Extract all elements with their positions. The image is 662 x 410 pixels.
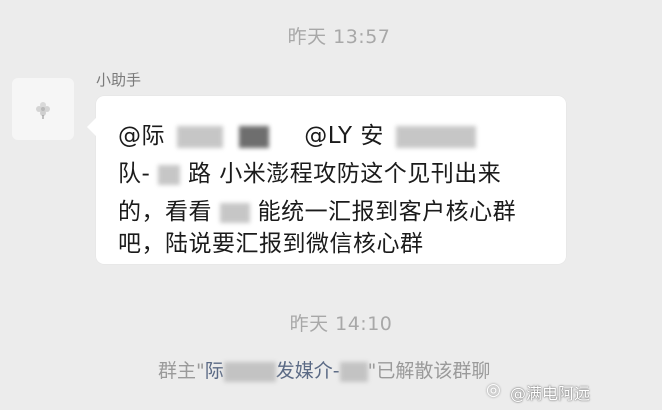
mention-2: @LY 安 — [304, 123, 384, 149]
sender-name: 小助手 — [96, 71, 142, 89]
message-line-2: 队- 路 小米澎程攻防这个见刊出来 — [118, 161, 502, 187]
redaction — [238, 125, 269, 148]
watermark-text: @满电阿远 — [510, 384, 591, 403]
timestamp-second: 昨天 14:10 — [289, 313, 393, 335]
group-owner-name-end[interactable]: 发媒介- — [276, 360, 340, 382]
group-owner-name-start[interactable]: 际 — [205, 360, 224, 382]
redaction — [158, 164, 181, 185]
message-line-1: @际 @LY 安 — [118, 116, 476, 150]
timestamp-first: 昨天 13:57 — [287, 26, 391, 48]
mention-1: @际 — [118, 123, 165, 149]
message-line-4: 吧，陆说要汇报到微信核心群 — [118, 231, 424, 257]
redaction — [223, 361, 276, 382]
redaction — [339, 361, 368, 382]
message-line-3: 的，看看 能统一汇报到客户核心群 — [118, 199, 517, 225]
redaction — [395, 125, 476, 148]
redaction — [176, 125, 223, 148]
message-bubble[interactable]: @际 @LY 安 队- 路 小米澎程攻防这个见刊出来 的，看看 能统一汇报到客户… — [87, 96, 566, 264]
weibo-icon: ◎ — [486, 380, 501, 400]
redaction — [219, 202, 250, 223]
sender-avatar[interactable] — [12, 78, 74, 140]
flower-icon — [36, 102, 50, 119]
group-dissolved-notice: 群主"际 发媒介- "已解散该群聊 — [158, 360, 491, 382]
